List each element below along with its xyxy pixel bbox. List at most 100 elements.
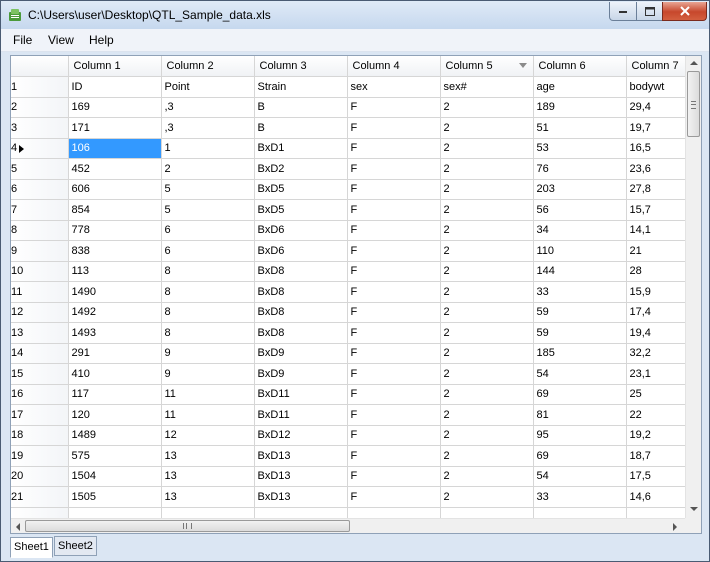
grid-cell[interactable]: 14,1 xyxy=(626,220,687,241)
grid-cell[interactable]: Point xyxy=(161,76,255,98)
grid-cell[interactable]: 189 xyxy=(533,97,627,118)
grid-cell[interactable]: F xyxy=(347,117,441,139)
grid-cell[interactable]: 2 xyxy=(440,445,534,467)
grid-cell[interactable]: 2 xyxy=(440,138,534,159)
grid-cell[interactable]: 2 xyxy=(440,281,534,303)
menu-view[interactable]: View xyxy=(48,33,74,47)
grid-cell[interactable]: F xyxy=(347,466,441,487)
grid-cell[interactable]: B xyxy=(254,117,348,139)
grid-cell[interactable]: 606 xyxy=(68,179,162,200)
scroll-left-icon[interactable] xyxy=(16,523,20,531)
grid-cell[interactable]: 2 xyxy=(440,363,534,385)
grid-cell[interactable]: 2 xyxy=(440,302,534,323)
grid-cell[interactable]: 1490 xyxy=(68,281,162,303)
grid-cell[interactable]: 171 xyxy=(68,117,162,139)
grid-cell[interactable]: 19,2 xyxy=(626,425,687,446)
grid-cell[interactable]: 2 xyxy=(440,179,534,200)
grid-corner[interactable] xyxy=(11,56,69,77)
row-header[interactable]: 10 xyxy=(11,261,69,282)
row-header[interactable]: 18 xyxy=(11,425,69,446)
minimize-button[interactable] xyxy=(609,2,637,21)
grid-cell[interactable]: 9 xyxy=(161,343,255,364)
grid-cell[interactable]: 778 xyxy=(68,220,162,241)
grid-cell[interactable]: 17,5 xyxy=(626,466,687,487)
vertical-scrollbar[interactable] xyxy=(685,56,701,518)
grid-cell[interactable]: 8 xyxy=(161,322,255,344)
grid-cell[interactable]: 8 xyxy=(161,302,255,323)
row-header[interactable]: 16 xyxy=(11,384,69,405)
grid-cell[interactable]: 6 xyxy=(161,220,255,241)
grid-cell[interactable]: 2 xyxy=(440,117,534,139)
row-header[interactable]: 5 xyxy=(11,158,69,180)
grid-cell[interactable]: 838 xyxy=(68,240,162,262)
grid-cell[interactable]: 410 xyxy=(68,363,162,385)
grid-cell[interactable]: BxD13 xyxy=(254,486,348,508)
grid-cell[interactable]: 9 xyxy=(161,363,255,385)
column-header[interactable]: Column 4 xyxy=(347,56,441,77)
grid-cell[interactable]: 2 xyxy=(440,425,534,446)
column-header[interactable]: Column 6 xyxy=(533,56,627,77)
dropdown-arrow-icon[interactable] xyxy=(518,63,527,68)
grid-cell[interactable]: BxD11 xyxy=(254,384,348,405)
grid-cell[interactable]: BxD1 xyxy=(254,138,348,159)
grid-cell[interactable]: 34 xyxy=(533,220,627,241)
grid-cell[interactable]: 117 xyxy=(68,384,162,405)
scroll-up-icon[interactable] xyxy=(690,61,698,65)
title-bar[interactable]: C:\Users\user\Desktop\QTL_Sample_data.xl… xyxy=(1,1,709,29)
grid-cell[interactable]: F xyxy=(347,261,441,282)
grid-cell[interactable]: BxD9 xyxy=(254,363,348,385)
grid-cell[interactable]: 59 xyxy=(533,302,627,323)
horizontal-scrollbar[interactable] xyxy=(11,518,685,533)
grid-cell[interactable]: BxD8 xyxy=(254,322,348,344)
grid-cell[interactable]: bodywt xyxy=(626,76,687,98)
grid-cell[interactable]: BxD8 xyxy=(254,261,348,282)
grid-cell[interactable]: 69 xyxy=(533,445,627,467)
grid-cell[interactable]: BxD13 xyxy=(254,445,348,467)
row-header[interactable]: 11 xyxy=(11,281,69,303)
row-header[interactable]: 8 xyxy=(11,220,69,241)
grid-cell[interactable]: F xyxy=(347,158,441,180)
grid-cell[interactable]: 53 xyxy=(533,138,627,159)
grid-cell[interactable]: 185 xyxy=(533,343,627,364)
grid-cell[interactable]: 452 xyxy=(68,158,162,180)
grid-cell[interactable]: 2 xyxy=(440,322,534,344)
row-header[interactable]: 19 xyxy=(11,445,69,467)
grid-cell[interactable]: age xyxy=(533,76,627,98)
grid-cell[interactable]: 69 xyxy=(533,384,627,405)
grid-cell[interactable]: 51 xyxy=(533,117,627,139)
grid-cell[interactable]: BxD8 xyxy=(254,302,348,323)
row-header[interactable]: 15 xyxy=(11,363,69,385)
grid-cell[interactable]: 203 xyxy=(533,179,627,200)
grid-cell[interactable]: 575 xyxy=(68,445,162,467)
grid-cell[interactable]: 8 xyxy=(161,281,255,303)
grid-cell[interactable]: 28 xyxy=(626,261,687,282)
grid-cell[interactable]: 16,5 xyxy=(626,138,687,159)
grid-cell[interactable]: BxD8 xyxy=(254,281,348,303)
grid-cell[interactable]: 23,1 xyxy=(626,363,687,385)
grid-cell[interactable]: 18,7 xyxy=(626,445,687,467)
grid-cell[interactable]: BxD2 xyxy=(254,158,348,180)
grid-cell[interactable]: 13 xyxy=(161,486,255,508)
grid-cell[interactable]: BxD5 xyxy=(254,179,348,200)
grid-cell[interactable]: F xyxy=(347,199,441,221)
grid-cell[interactable]: 2 xyxy=(440,486,534,508)
grid-cell[interactable]: F xyxy=(347,384,441,405)
grid-cell[interactable]: 23,6 xyxy=(626,158,687,180)
column-header[interactable]: Column 5 xyxy=(440,56,534,77)
grid-cell[interactable]: F xyxy=(347,97,441,118)
grid-cell[interactable]: F xyxy=(347,302,441,323)
grid-cell[interactable]: F xyxy=(347,486,441,508)
menu-help[interactable]: Help xyxy=(89,33,114,47)
tab-sheet2[interactable]: Sheet2 xyxy=(54,536,97,556)
column-header[interactable]: Column 7 xyxy=(626,56,687,77)
grid-cell[interactable]: ,3 xyxy=(161,97,255,118)
grid-cell[interactable]: 54 xyxy=(533,363,627,385)
grid-cell[interactable]: F xyxy=(347,240,441,262)
maximize-button[interactable] xyxy=(636,2,663,21)
grid-cell[interactable]: F xyxy=(347,220,441,241)
grid-cell[interactable]: ID xyxy=(68,76,162,98)
grid-cell[interactable]: 15,7 xyxy=(626,199,687,221)
horizontal-scroll-thumb[interactable] xyxy=(25,520,350,532)
row-header[interactable]: 2 xyxy=(11,97,69,118)
grid-cell[interactable]: sex xyxy=(347,76,441,98)
